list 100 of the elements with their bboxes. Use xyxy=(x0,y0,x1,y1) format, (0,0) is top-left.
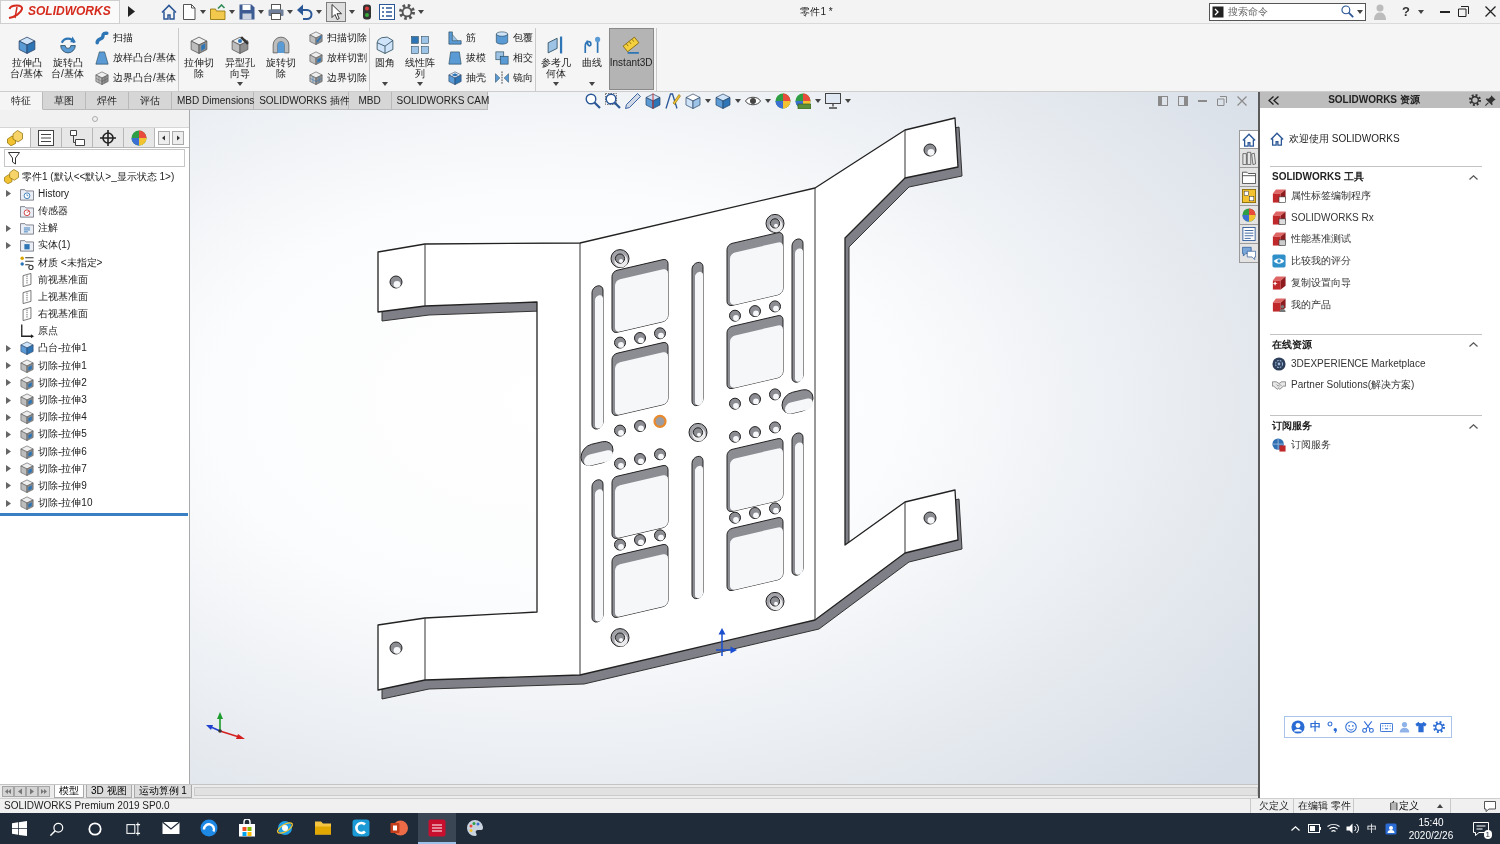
filter-icon[interactable] xyxy=(8,151,20,165)
panel-tab[interactable] xyxy=(62,128,93,147)
task-pane-tab[interactable] xyxy=(1239,244,1258,263)
windows-start-icon[interactable] xyxy=(11,821,27,836)
caret-icon[interactable] xyxy=(418,9,424,14)
folder-icon[interactable] xyxy=(314,820,332,835)
collapse-caret-icon[interactable] xyxy=(1469,174,1478,180)
search-icon[interactable] xyxy=(50,821,64,836)
resource-link[interactable]: Partner Solutions(解决方案) xyxy=(1291,379,1415,392)
tree-item[interactable]: 切除-拉伸4 xyxy=(38,411,87,424)
flyout-arrow-icon[interactable] xyxy=(128,6,135,17)
ribbon-button[interactable]: 拉伸切除 xyxy=(180,28,218,90)
expand-arrow-icon[interactable] xyxy=(6,224,11,232)
splitter-grip-icon[interactable] xyxy=(91,115,98,122)
caret-icon[interactable] xyxy=(735,99,741,103)
resource-link[interactable]: 属性标签编制程序 xyxy=(1291,189,1371,202)
input-language[interactable]: 中 xyxy=(1366,822,1377,835)
expand-arrow-icon[interactable] xyxy=(6,448,11,456)
smiley-icon[interactable] xyxy=(1344,721,1357,733)
tree-item[interactable]: 右视基准面 xyxy=(38,308,88,321)
message-bubble-icon[interactable] xyxy=(1473,821,1489,836)
ribbon-button[interactable]: 边界切除 xyxy=(308,70,367,86)
arc-tile-icon[interactable] xyxy=(352,818,370,837)
expand-arrow-icon[interactable] xyxy=(6,465,11,473)
battery-icon[interactable] xyxy=(1308,824,1321,833)
tree-item[interactable]: 实体(1) xyxy=(38,239,71,252)
tree-item[interactable]: 切除-拉伸6 xyxy=(38,445,87,458)
expand-arrow-icon[interactable] xyxy=(6,362,11,370)
zoom-area-icon[interactable] xyxy=(605,93,621,109)
view-cube-icon[interactable] xyxy=(685,93,701,109)
caret-icon[interactable] xyxy=(705,99,711,103)
resource-link[interactable]: 复制设置向导 xyxy=(1291,277,1351,290)
caret-up-icon[interactable] xyxy=(1437,804,1443,808)
punctuation-icon[interactable] xyxy=(1327,721,1340,733)
ribbon-button[interactable]: 扫描切除 xyxy=(308,30,367,46)
collapse-caret-icon[interactable] xyxy=(1469,342,1478,348)
tree-item[interactable]: 凸台-拉伸1 xyxy=(38,342,87,355)
ribbon-button[interactable]: 包覆 xyxy=(494,30,533,46)
swirl-circle-icon[interactable] xyxy=(200,818,218,837)
solidworks-menu-button[interactable]: SOLIDWORKS xyxy=(0,0,120,24)
clock-date[interactable]: 2020/2/26 xyxy=(1408,828,1454,842)
tree-item[interactable]: 切除-拉伸5 xyxy=(38,428,87,441)
pin-icon[interactable] xyxy=(1485,94,1496,106)
resource-link[interactable]: 我的产品 xyxy=(1291,298,1331,311)
expand-arrow-icon[interactable] xyxy=(6,430,11,438)
rollback-bar[interactable] xyxy=(0,512,188,516)
save-icon[interactable] xyxy=(239,3,255,20)
caret-icon[interactable] xyxy=(229,9,235,14)
collapse-icon[interactable] xyxy=(1268,95,1279,105)
globe-ring-icon[interactable] xyxy=(276,818,294,837)
tree-item[interactable]: 传感器 xyxy=(38,204,68,217)
handshake-icon[interactable] xyxy=(1272,380,1286,390)
new-document-icon[interactable] xyxy=(181,3,197,20)
expand-arrow-icon[interactable] xyxy=(6,482,11,490)
ribbon-button[interactable]: 相交 xyxy=(494,50,533,66)
input-mode-toggle[interactable]: 中 xyxy=(1310,720,1322,734)
wifi-icon[interactable] xyxy=(1327,823,1340,834)
tree-item[interactable]: 上视基准面 xyxy=(38,290,88,303)
tree-item[interactable]: 原点 xyxy=(38,325,58,338)
color-ball-icon[interactable] xyxy=(775,93,791,109)
document-tab[interactable]: 运动算例 1 xyxy=(133,785,192,798)
scroll-right-icon[interactable] xyxy=(172,130,184,145)
expand-arrow-icon[interactable] xyxy=(6,413,11,421)
tile-left-icon[interactable] xyxy=(1158,96,1168,106)
shirt-icon[interactable] xyxy=(1415,721,1428,733)
command-tab[interactable]: 评估 xyxy=(129,92,172,110)
ribbon-button[interactable]: 拔模 xyxy=(447,50,486,66)
home-icon[interactable] xyxy=(1270,132,1284,146)
ribbon-button[interactable]: 镜向 xyxy=(494,70,533,86)
globe-box-icon[interactable] xyxy=(1272,438,1286,453)
settings-icon[interactable] xyxy=(1469,94,1481,106)
show-hidden-icons-icon[interactable] xyxy=(1291,826,1300,831)
command-tab[interactable]: 焊件 xyxy=(86,92,129,110)
task-pane-tab[interactable] xyxy=(1239,225,1258,244)
box-person-icon[interactable] xyxy=(1272,297,1286,312)
resource-link[interactable]: 3DEXPERIENCE Marketplace xyxy=(1291,357,1426,370)
minimize-icon[interactable] xyxy=(1440,10,1450,13)
list-icon[interactable] xyxy=(379,3,395,20)
caret-icon[interactable] xyxy=(237,82,244,86)
help-button[interactable]: ? xyxy=(1402,3,1410,20)
box-sparkle-icon[interactable] xyxy=(1272,276,1286,291)
scroll-first-icon[interactable] xyxy=(2,786,14,797)
zoom-fit-icon[interactable] xyxy=(585,93,601,109)
palette-icon[interactable] xyxy=(466,818,484,837)
command-tab[interactable]: SOLIDWORKS 插件 xyxy=(254,92,349,110)
restore-icon[interactable] xyxy=(1458,6,1469,17)
app-tile-icon[interactable] xyxy=(428,818,446,837)
ribbon-button[interactable]: 筋 xyxy=(447,30,486,46)
task-view-icon[interactable] xyxy=(125,821,141,836)
ribbon-button[interactable]: 线性阵列 xyxy=(401,28,439,90)
annotation-view-icon[interactable] xyxy=(665,93,681,109)
tree-item[interactable]: 切除-拉伸9 xyxy=(38,479,87,492)
resource-link[interactable]: 比较我的评分 xyxy=(1291,255,1351,268)
tile-right-icon[interactable] xyxy=(1178,96,1188,106)
clock-time[interactable]: 15:40 xyxy=(1418,815,1444,829)
package-icon[interactable] xyxy=(1272,188,1286,203)
ribbon-button[interactable]: 异型孔向导 xyxy=(221,28,259,90)
mail-icon[interactable] xyxy=(162,820,180,835)
scissors-icon[interactable] xyxy=(1362,721,1375,733)
tree-item[interactable]: 零件1 (默认<<默认>_显示状态 1>) xyxy=(22,170,175,183)
